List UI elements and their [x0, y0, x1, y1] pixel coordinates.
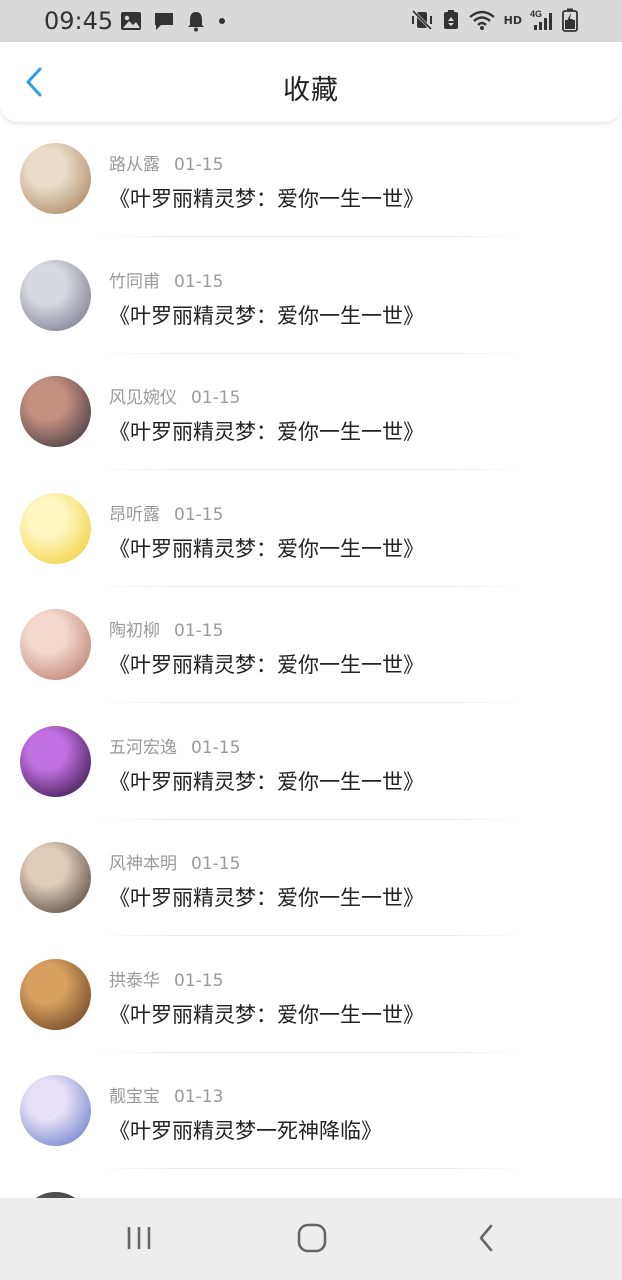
- favorites-list[interactable]: 路从露 01-15 《叶罗丽精灵梦：爱你一生一世》 竹同甫 01-15 《叶罗丽精灵梦：爱…: [0, 122, 622, 1198]
- back-icon: [476, 1223, 496, 1257]
- nav-back-button[interactable]: [456, 1220, 516, 1260]
- item-title: 《叶罗丽精灵梦：爱你一生一世》: [109, 886, 424, 910]
- item-title: 《叶罗丽精灵梦：爱你一生一世》: [109, 187, 424, 211]
- item-date: 01-15: [191, 738, 241, 758]
- favorite-item[interactable]: 风见婉仪 01-15 《叶罗丽精灵梦：爱你一生一世》: [0, 355, 622, 471]
- item-meta: 路从露 01-15: [109, 150, 223, 175]
- avatar[interactable]: [20, 726, 91, 797]
- favorite-item[interactable]: 昂听露 01-15 《叶罗丽精灵梦：爱你一生一世》: [0, 472, 622, 588]
- home-icon: [296, 1222, 328, 1258]
- recents-icon: [124, 1224, 154, 1256]
- app-header: 收藏: [0, 42, 622, 122]
- avatar[interactable]: [20, 376, 91, 447]
- battery-saver-icon: [442, 9, 460, 31]
- favorite-item[interactable]: 竹同甫 01-15 《叶罗丽精灵梦：爱你一生一世》: [0, 239, 622, 355]
- divider: [90, 469, 532, 470]
- item-title: 《叶罗丽精灵梦一死神降临》: [109, 1119, 382, 1143]
- item-username: 风见婉仪: [109, 388, 177, 408]
- bell-icon: [186, 10, 206, 32]
- favorite-item[interactable]: 陶初柳 01-15 《叶罗丽精灵梦：爱你一生一世》: [0, 588, 622, 704]
- item-username: 风神本明: [109, 854, 177, 874]
- system-nav-bar: [0, 1198, 622, 1280]
- status-right-icons: HD 4G: [410, 8, 578, 32]
- item-username: 靓宝宝: [109, 1087, 160, 1107]
- image-icon: [120, 11, 142, 31]
- favorite-item[interactable]: 靓宝宝 01-13 《叶罗丽精灵梦一死神降临》: [0, 1054, 622, 1170]
- divider: [90, 353, 532, 354]
- item-meta: 竹同甫 01-15: [109, 267, 223, 292]
- mute-vibrate-icon: [410, 9, 434, 31]
- item-title: 《叶罗丽精灵梦：爱你一生一世》: [109, 770, 424, 794]
- divider: [90, 586, 532, 587]
- avatar[interactable]: [20, 1075, 91, 1146]
- item-title: 《叶罗丽精灵梦：爱你一生一世》: [109, 1003, 424, 1027]
- divider: [90, 702, 532, 703]
- status-left-icons: [120, 10, 227, 32]
- dot-icon: [217, 16, 227, 26]
- item-date: 01-15: [191, 388, 241, 408]
- item-title: 《叶罗丽精灵梦：爱你一生一世》: [109, 537, 424, 561]
- item-title: 《叶罗丽精灵梦：爱你一生一世》: [109, 653, 424, 677]
- divider: [90, 1052, 532, 1053]
- item-date: 01-15: [174, 272, 224, 292]
- item-username: 昂听露: [109, 505, 160, 525]
- avatar[interactable]: [20, 959, 91, 1030]
- divider: [90, 935, 532, 936]
- item-title: 《叶罗丽精灵梦：爱你一生一世》: [109, 304, 424, 328]
- recents-button[interactable]: [109, 1220, 169, 1260]
- item-username: 五河宏逸: [109, 738, 177, 758]
- avatar[interactable]: [20, 609, 91, 680]
- favorite-item[interactable]: [0, 1171, 622, 1198]
- hd-icon: HD: [503, 13, 522, 27]
- avatar[interactable]: [20, 143, 91, 214]
- favorite-item[interactable]: 路从露 01-15 《叶罗丽精灵梦：爱你一生一世》: [0, 122, 622, 238]
- divider: [90, 819, 532, 820]
- item-meta: 五河宏逸 01-15: [109, 733, 240, 758]
- item-username: 陶初柳: [109, 621, 160, 641]
- avatar[interactable]: [20, 842, 91, 913]
- item-meta: 昂听露 01-15: [109, 500, 223, 525]
- avatar[interactable]: [20, 260, 91, 331]
- item-username: 拱泰华: [109, 971, 160, 991]
- item-date: 01-13: [174, 1087, 224, 1107]
- page-title: 收藏: [283, 75, 339, 106]
- favorite-item[interactable]: 拱泰华 01-15 《叶罗丽精灵梦：爱你一生一世》: [0, 938, 622, 1054]
- item-date: 01-15: [174, 621, 224, 641]
- item-meta: 风见婉仪 01-15: [109, 383, 240, 408]
- item-date: 01-15: [174, 971, 224, 991]
- favorite-item[interactable]: 风神本明 01-15 《叶罗丽精灵梦：爱你一生一世》: [0, 821, 622, 937]
- divider: [90, 1168, 532, 1169]
- avatar[interactable]: [20, 493, 91, 564]
- svg-text:4G: 4G: [530, 9, 542, 19]
- divider: [90, 236, 532, 237]
- item-date: 01-15: [191, 854, 241, 874]
- item-meta: 靓宝宝 01-13: [109, 1082, 223, 1107]
- battery-charging-icon: [562, 8, 578, 32]
- item-title: 《叶罗丽精灵梦：爱你一生一世》: [109, 420, 424, 444]
- item-username: 竹同甫: [109, 272, 160, 292]
- item-username: 路从露: [109, 155, 160, 175]
- item-date: 01-15: [174, 155, 224, 175]
- wifi-icon: [468, 9, 496, 31]
- item-meta: 拱泰华 01-15: [109, 966, 223, 991]
- item-date: 01-15: [174, 505, 224, 525]
- favorite-item[interactable]: 五河宏逸 01-15 《叶罗丽精灵梦：爱你一生一世》: [0, 705, 622, 821]
- chat-icon: [153, 11, 175, 31]
- status-time: 09:45: [44, 7, 114, 35]
- item-meta: 陶初柳 01-15: [109, 616, 223, 641]
- signal-4g-icon: 4G: [530, 9, 554, 31]
- home-button[interactable]: [282, 1220, 342, 1260]
- status-bar: 09:45 HD 4G: [0, 0, 622, 42]
- item-meta: 风神本明 01-15: [109, 849, 240, 874]
